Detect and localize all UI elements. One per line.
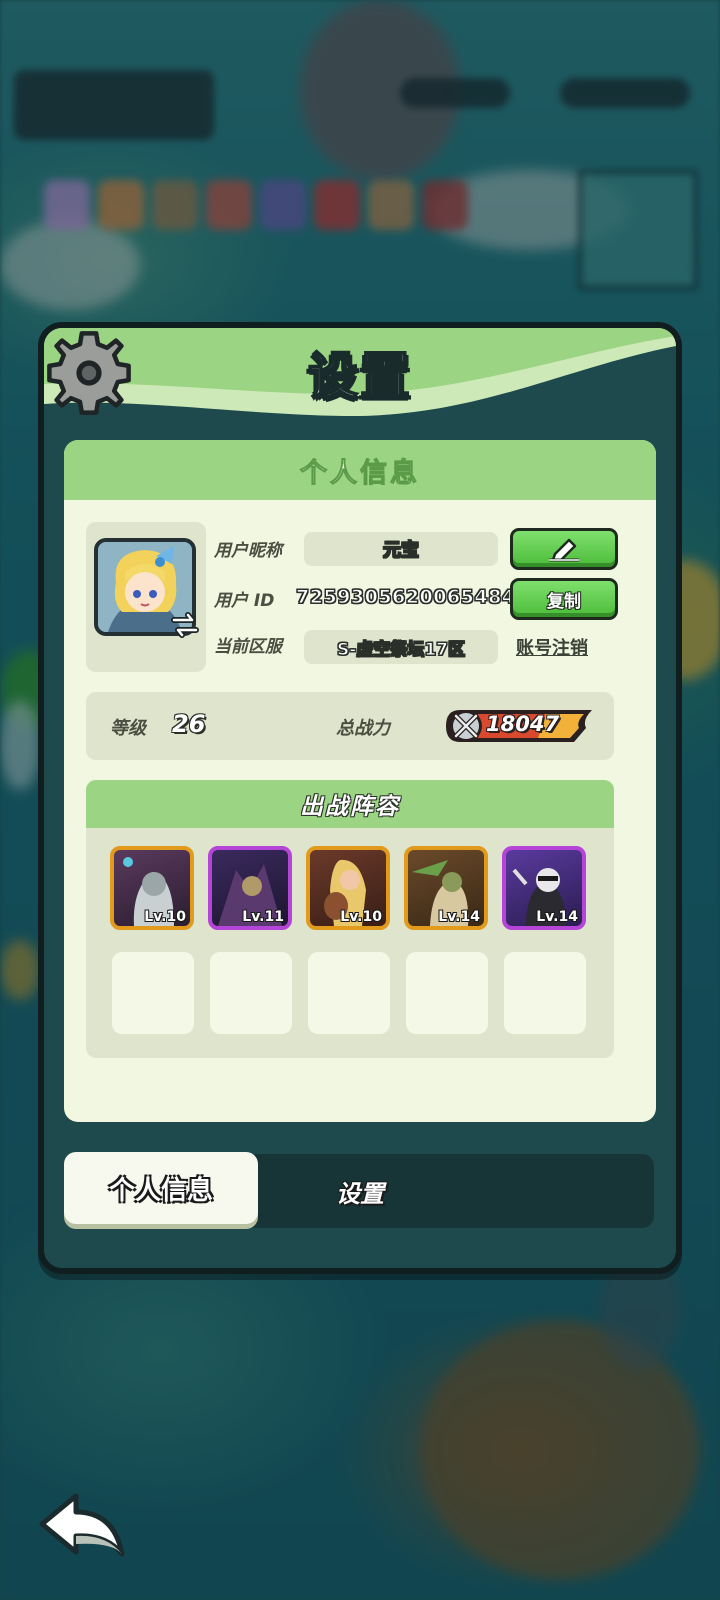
power-label: 总战力 [336, 718, 390, 739]
lineup-header: 出战阵容 [86, 780, 614, 828]
copy-id-button[interactable]: 复制 [510, 578, 618, 620]
lineup-title: 出战阵容 [300, 794, 400, 820]
user-id-value: 72593056200654849 [296, 586, 530, 609]
crossed-swords-icon [453, 713, 479, 739]
hero-level: Lv.14 [438, 909, 480, 925]
hero-level: Lv.14 [536, 909, 578, 925]
stats-bar: 等级 26 总战力 18047 [86, 692, 614, 760]
server-value: S-虚空祭坛17区 [304, 630, 498, 664]
hero-card[interactable]: Lv.14 [502, 846, 586, 930]
level-value: 26 [172, 710, 206, 738]
tab-bar: 个人信息 设置 [64, 1152, 654, 1228]
hero-card[interactable]: Lv.10 [306, 846, 390, 930]
account-deletion-link[interactable]: 账号注销 [516, 634, 588, 660]
edit-nickname-button[interactable] [510, 528, 618, 570]
panel-header: 设置 [44, 328, 676, 428]
empty-hero-slot[interactable] [210, 952, 292, 1034]
nickname-value: 元宝 [304, 532, 498, 566]
pencil-icon [549, 538, 579, 562]
empty-hero-slot[interactable] [504, 952, 586, 1034]
hero-level: Lv.10 [340, 909, 382, 925]
server-label: 当前区服 [214, 637, 282, 657]
level-label: 等级 [110, 718, 146, 739]
swap-icon[interactable] [170, 610, 200, 640]
card-title: 个人信息 [300, 457, 420, 489]
tab-personal-info[interactable]: 个人信息 [64, 1152, 258, 1224]
hero-card[interactable]: Lv.14 [404, 846, 488, 930]
back-arrow-icon[interactable] [36, 1490, 128, 1562]
user-id-label: 用户 ID [214, 591, 275, 611]
empty-hero-slot[interactable] [406, 952, 488, 1034]
hero-level: Lv.11 [242, 909, 284, 925]
avatar-frame[interactable] [86, 522, 206, 672]
nickname-label: 用户昵称 [214, 541, 282, 561]
hero-level: Lv.10 [144, 909, 186, 925]
panel-title: 设置 [307, 346, 412, 406]
empty-hero-slot[interactable] [112, 952, 194, 1034]
settings-panel: 设置 个人信息 用户昵称 元宝 用户 ID 72593056200654849 … [38, 322, 682, 1274]
hero-card[interactable]: Lv.10 [110, 846, 194, 930]
hero-card[interactable]: Lv.11 [208, 846, 292, 930]
personal-info-card: 个人信息 用户昵称 元宝 用户 ID 72593056200654849 复制 … [64, 440, 656, 1122]
battle-lineup: 出战阵容 Lv.10 Lv.11 Lv.10 Lv.14 Lv.14 [86, 780, 614, 1058]
card-header: 个人信息 [64, 440, 656, 500]
tab-settings[interactable]: 设置 [336, 1174, 384, 1209]
power-badge: 18047 [446, 706, 596, 746]
power-value: 18047 [486, 712, 560, 736]
empty-hero-slot[interactable] [308, 952, 390, 1034]
